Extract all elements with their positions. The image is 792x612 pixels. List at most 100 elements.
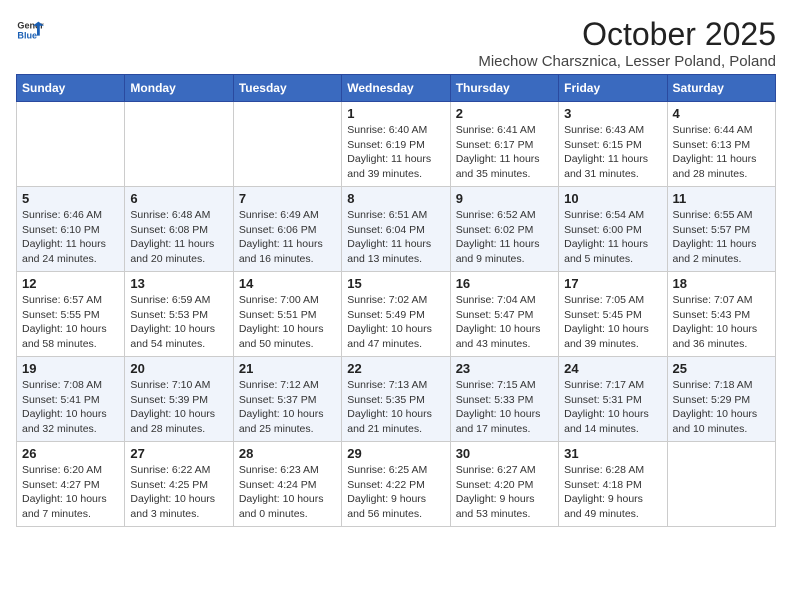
calendar-cell: 17Sunrise: 7:05 AM Sunset: 5:45 PM Dayli…	[559, 272, 667, 357]
col-header-thursday: Thursday	[450, 75, 558, 102]
day-info: Sunrise: 6:40 AM Sunset: 6:19 PM Dayligh…	[347, 123, 444, 182]
calendar-cell: 6 Sunrise: 6:48 AM Sunset: 6:08 PM Daylig…	[125, 187, 233, 272]
logo: General Blue	[16, 16, 44, 44]
day-number: 15	[347, 276, 444, 291]
calendar-cell: 29 Sunrise: 6:25 AM Sunset: 4:22 PM Dayli…	[342, 442, 450, 527]
day-number: 2	[456, 106, 553, 121]
day-number: 5	[22, 191, 119, 206]
col-header-saturday: Saturday	[667, 75, 775, 102]
calendar-cell: 2 Sunrise: 6:41 AM Sunset: 6:17 PM Daylig…	[450, 102, 558, 187]
day-number: 28	[239, 446, 336, 461]
calendar-cell: 4Sunrise: 6:44 AM Sunset: 6:13 PM Daylig…	[667, 102, 775, 187]
day-info: Sunrise: 7:10 AM Sunset: 5:39 PM Dayligh…	[130, 378, 227, 437]
day-info: Sunrise: 6:52 AM Sunset: 6:02 PM Dayligh…	[456, 208, 553, 267]
day-number: 13	[130, 276, 227, 291]
day-info: Sunrise: 6:41 AM Sunset: 6:17 PM Dayligh…	[456, 123, 553, 182]
day-number: 18	[673, 276, 770, 291]
day-number: 9	[456, 191, 553, 206]
day-info: Sunrise: 7:05 AM Sunset: 5:45 PM Dayligh…	[564, 293, 661, 352]
day-number: 27	[130, 446, 227, 461]
day-info: Sunrise: 7:15 AM Sunset: 5:33 PM Dayligh…	[456, 378, 553, 437]
day-info: Sunrise: 6:22 AM Sunset: 4:25 PM Dayligh…	[130, 463, 227, 522]
day-number: 7	[239, 191, 336, 206]
calendar-cell: 7 Sunrise: 6:49 AM Sunset: 6:06 PM Daylig…	[233, 187, 341, 272]
day-info: Sunrise: 6:54 AM Sunset: 6:00 PM Dayligh…	[564, 208, 661, 267]
day-info: Sunrise: 6:43 AM Sunset: 6:15 PM Dayligh…	[564, 123, 661, 182]
calendar-table: SundayMondayTuesdayWednesdayThursdayFrid…	[16, 74, 776, 527]
day-number: 25	[673, 361, 770, 376]
calendar-cell: 28Sunrise: 6:23 AM Sunset: 4:24 PM Dayli…	[233, 442, 341, 527]
calendar-cell: 15 Sunrise: 7:02 AM Sunset: 5:49 PM Dayli…	[342, 272, 450, 357]
day-info: Sunrise: 6:27 AM Sunset: 4:20 PM Dayligh…	[456, 463, 553, 522]
day-info: Sunrise: 6:55 AM Sunset: 5:57 PM Dayligh…	[673, 208, 770, 267]
day-info: Sunrise: 6:57 AM Sunset: 5:55 PM Dayligh…	[22, 293, 119, 352]
day-info: Sunrise: 6:25 AM Sunset: 4:22 PM Dayligh…	[347, 463, 444, 522]
calendar-cell	[17, 102, 125, 187]
day-info: Sunrise: 7:17 AM Sunset: 5:31 PM Dayligh…	[564, 378, 661, 437]
day-info: Sunrise: 7:18 AM Sunset: 5:29 PM Dayligh…	[673, 378, 770, 437]
day-number: 23	[456, 361, 553, 376]
day-info: Sunrise: 6:51 AM Sunset: 6:04 PM Dayligh…	[347, 208, 444, 267]
calendar-cell: 31 Sunrise: 6:28 AM Sunset: 4:18 PM Dayli…	[559, 442, 667, 527]
col-header-monday: Monday	[125, 75, 233, 102]
calendar-cell: 3 Sunrise: 6:43 AM Sunset: 6:15 PM Daylig…	[559, 102, 667, 187]
logo-icon: General Blue	[16, 16, 44, 44]
day-number: 26	[22, 446, 119, 461]
calendar-header-row: SundayMondayTuesdayWednesdayThursdayFrid…	[17, 75, 776, 102]
day-info: Sunrise: 7:07 AM Sunset: 5:43 PM Dayligh…	[673, 293, 770, 352]
col-header-friday: Friday	[559, 75, 667, 102]
calendar-cell: 20Sunrise: 7:10 AM Sunset: 5:39 PM Dayli…	[125, 357, 233, 442]
calendar-cell: 5 Sunrise: 6:46 AM Sunset: 6:10 PM Daylig…	[17, 187, 125, 272]
day-number: 30	[456, 446, 553, 461]
calendar-week-row: 19Sunrise: 7:08 AM Sunset: 5:41 PM Dayli…	[17, 357, 776, 442]
day-number: 19	[22, 361, 119, 376]
col-header-tuesday: Tuesday	[233, 75, 341, 102]
calendar-week-row: 5 Sunrise: 6:46 AM Sunset: 6:10 PM Daylig…	[17, 187, 776, 272]
calendar-cell: 23 Sunrise: 7:15 AM Sunset: 5:33 PM Dayli…	[450, 357, 558, 442]
calendar-cell: 10Sunrise: 6:54 AM Sunset: 6:00 PM Dayli…	[559, 187, 667, 272]
day-info: Sunrise: 6:44 AM Sunset: 6:13 PM Dayligh…	[673, 123, 770, 182]
day-info: Sunrise: 6:46 AM Sunset: 6:10 PM Dayligh…	[22, 208, 119, 267]
calendar-week-row: 1Sunrise: 6:40 AM Sunset: 6:19 PM Daylig…	[17, 102, 776, 187]
calendar-cell: 1Sunrise: 6:40 AM Sunset: 6:19 PM Daylig…	[342, 102, 450, 187]
calendar-cell: 26 Sunrise: 6:20 AM Sunset: 4:27 PM Dayli…	[17, 442, 125, 527]
day-number: 8	[347, 191, 444, 206]
day-info: Sunrise: 7:13 AM Sunset: 5:35 PM Dayligh…	[347, 378, 444, 437]
day-number: 31	[564, 446, 661, 461]
col-header-sunday: Sunday	[17, 75, 125, 102]
title-area: October 2025 Miechow Charsznica, Lesser …	[478, 16, 776, 70]
calendar-cell: 14 Sunrise: 7:00 AM Sunset: 5:51 PM Dayli…	[233, 272, 341, 357]
day-number: 29	[347, 446, 444, 461]
calendar-cell: 11 Sunrise: 6:55 AM Sunset: 5:57 PM Dayli…	[667, 187, 775, 272]
day-number: 21	[239, 361, 336, 376]
calendar-cell: 19Sunrise: 7:08 AM Sunset: 5:41 PM Dayli…	[17, 357, 125, 442]
calendar-cell	[125, 102, 233, 187]
calendar-cell: 22Sunrise: 7:13 AM Sunset: 5:35 PM Dayli…	[342, 357, 450, 442]
day-info: Sunrise: 7:02 AM Sunset: 5:49 PM Dayligh…	[347, 293, 444, 352]
calendar-cell: 16Sunrise: 7:04 AM Sunset: 5:47 PM Dayli…	[450, 272, 558, 357]
day-number: 12	[22, 276, 119, 291]
day-number: 24	[564, 361, 661, 376]
calendar-cell: 18 Sunrise: 7:07 AM Sunset: 5:43 PM Dayli…	[667, 272, 775, 357]
calendar-week-row: 12 Sunrise: 6:57 AM Sunset: 5:55 PM Dayli…	[17, 272, 776, 357]
header: General Blue October 2025 Miechow Charsz…	[16, 16, 776, 70]
svg-text:Blue: Blue	[17, 30, 37, 40]
day-info: Sunrise: 6:49 AM Sunset: 6:06 PM Dayligh…	[239, 208, 336, 267]
calendar-cell: 27 Sunrise: 6:22 AM Sunset: 4:25 PM Dayli…	[125, 442, 233, 527]
calendar-cell: 9 Sunrise: 6:52 AM Sunset: 6:02 PM Daylig…	[450, 187, 558, 272]
day-info: Sunrise: 6:59 AM Sunset: 5:53 PM Dayligh…	[130, 293, 227, 352]
day-info: Sunrise: 6:48 AM Sunset: 6:08 PM Dayligh…	[130, 208, 227, 267]
calendar-cell	[667, 442, 775, 527]
day-number: 3	[564, 106, 661, 121]
calendar-week-row: 26 Sunrise: 6:20 AM Sunset: 4:27 PM Dayli…	[17, 442, 776, 527]
calendar-cell: 25 Sunrise: 7:18 AM Sunset: 5:29 PM Dayli…	[667, 357, 775, 442]
day-info: Sunrise: 7:12 AM Sunset: 5:37 PM Dayligh…	[239, 378, 336, 437]
calendar-cell: 12 Sunrise: 6:57 AM Sunset: 5:55 PM Dayli…	[17, 272, 125, 357]
day-info: Sunrise: 7:00 AM Sunset: 5:51 PM Dayligh…	[239, 293, 336, 352]
day-number: 14	[239, 276, 336, 291]
day-number: 11	[673, 191, 770, 206]
day-number: 6	[130, 191, 227, 206]
day-info: Sunrise: 6:20 AM Sunset: 4:27 PM Dayligh…	[22, 463, 119, 522]
day-info: Sunrise: 6:28 AM Sunset: 4:18 PM Dayligh…	[564, 463, 661, 522]
location-subtitle: Miechow Charsznica, Lesser Poland, Polan…	[478, 53, 776, 70]
